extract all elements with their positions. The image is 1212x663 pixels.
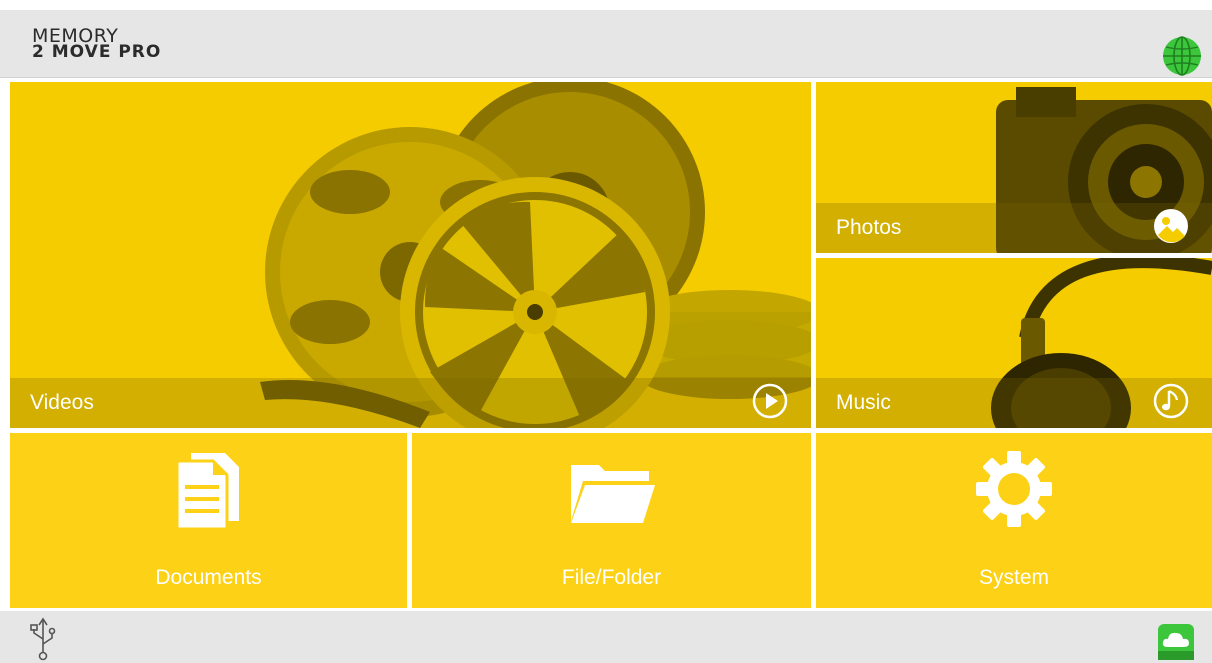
folder-icon: [570, 465, 655, 523]
music-note-icon[interactable]: [1152, 382, 1190, 420]
photos-tile[interactable]: Photos: [816, 82, 1212, 253]
videos-label-bar: [10, 378, 811, 428]
bottom-bar: [0, 611, 1212, 663]
globe-icon[interactable]: [1162, 36, 1202, 76]
documents-label: Documents: [155, 566, 262, 589]
cloud-icon[interactable]: [1157, 623, 1195, 661]
system-label: System: [978, 566, 1049, 589]
system-tile[interactable]: System: [816, 433, 1212, 608]
videos-tile[interactable]: Videos: [10, 82, 811, 428]
documents-icon: [175, 453, 239, 529]
gear-icon: [976, 451, 1052, 527]
film-reels-image: [10, 82, 811, 428]
photo-icon[interactable]: [1152, 207, 1190, 245]
app-logo: MEMORY 2 MOVE PRO: [32, 27, 161, 61]
music-tile[interactable]: Music: [816, 258, 1212, 428]
documents-tile[interactable]: Documents: [10, 433, 407, 608]
logo-line-2: 2 MOVE PRO: [32, 42, 162, 62]
photos-label: Photos: [836, 216, 902, 239]
music-label: Music: [836, 391, 891, 414]
file-folder-label: File/Folder: [561, 566, 662, 589]
play-circle-icon[interactable]: [751, 382, 789, 420]
top-bar: MEMORY 2 MOVE PRO: [0, 10, 1212, 78]
file-folder-tile[interactable]: File/Folder: [412, 433, 811, 608]
usb-icon[interactable]: [28, 617, 58, 661]
videos-label: Videos: [30, 391, 94, 414]
